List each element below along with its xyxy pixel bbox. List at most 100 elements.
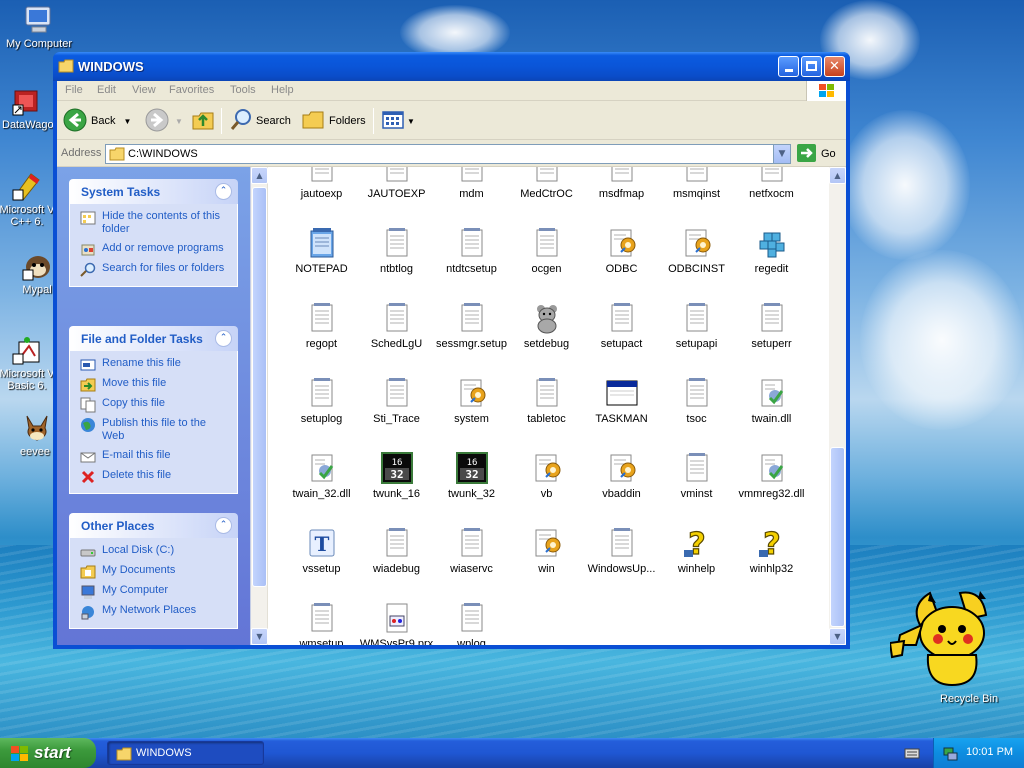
desktop-icon-msvb[interactable]: Microsoft V Basic 6. bbox=[0, 334, 58, 392]
hide-folder-link[interactable]: Hide the contents of this folder bbox=[80, 210, 229, 236]
file-item[interactable]: vmmreg32.dll bbox=[734, 452, 809, 500]
scroll-down-button[interactable]: ▼ bbox=[829, 628, 846, 645]
file-item[interactable]: setuplog bbox=[284, 377, 359, 425]
my-documents-link[interactable]: My Documents bbox=[80, 564, 229, 579]
system-tasks-header[interactable]: System Tasks ⌃ bbox=[69, 179, 238, 204]
my-computer-link[interactable]: My Computer bbox=[80, 584, 229, 599]
file-item[interactable]: regopt bbox=[284, 302, 359, 350]
file-item[interactable]: JAUTOEXP bbox=[359, 167, 434, 200]
file-item[interactable]: ODBC bbox=[584, 227, 659, 275]
taskbar-item-windows[interactable]: WINDOWS bbox=[107, 741, 264, 765]
file-item[interactable]: wiaservc bbox=[434, 527, 509, 575]
file-item[interactable]: wplog bbox=[434, 602, 509, 645]
file-item[interactable]: WindowsUp... bbox=[584, 527, 659, 575]
file-item[interactable]: setupapi bbox=[659, 302, 734, 350]
desktop-icon-datawagon[interactable]: DataWago bbox=[0, 85, 60, 131]
search-files-link[interactable]: Search for files or folders bbox=[80, 262, 229, 277]
file-item[interactable]: Tvssetup bbox=[284, 527, 359, 575]
publish-web-link[interactable]: Publish this file to the Web bbox=[80, 417, 229, 443]
menu-file[interactable]: File bbox=[65, 84, 83, 96]
scroll-up-button[interactable]: ▲ bbox=[829, 167, 846, 184]
file-item[interactable]: setuperr bbox=[734, 302, 809, 350]
file-item[interactable]: vbaddin bbox=[584, 452, 659, 500]
file-item[interactable]: netfxocm bbox=[734, 167, 809, 200]
rename-file-link[interactable]: Rename this file bbox=[80, 357, 229, 371]
minimize-button[interactable] bbox=[778, 56, 799, 77]
file-item[interactable]: tsoc bbox=[659, 377, 734, 425]
file-item[interactable]: vb bbox=[509, 452, 584, 500]
menu-help[interactable]: Help bbox=[271, 84, 294, 96]
file-item[interactable]: ODBCINST bbox=[659, 227, 734, 275]
file-item[interactable]: MedCtrOC bbox=[509, 167, 584, 200]
maximize-button[interactable] bbox=[801, 56, 822, 77]
other-places-header[interactable]: Other Places ⌃ bbox=[69, 513, 238, 538]
start-button[interactable]: start bbox=[0, 738, 96, 768]
file-item[interactable]: TASKMAN bbox=[584, 377, 659, 425]
file-item[interactable]: mdm bbox=[434, 167, 509, 200]
file-item[interactable]: setupact bbox=[584, 302, 659, 350]
file-item[interactable]: NOTEPAD bbox=[284, 227, 359, 275]
address-input[interactable]: C:\WINDOWS ▼ bbox=[105, 144, 791, 164]
menu-tools[interactable]: Tools bbox=[230, 84, 256, 96]
email-file-link[interactable]: E-mail this file bbox=[80, 449, 229, 463]
file-item[interactable]: WMSysPr9.prx bbox=[359, 602, 434, 645]
back-button[interactable]: Back ▼ bbox=[63, 108, 131, 134]
desktop-icon-recycle-bin[interactable]: Recycle Bin bbox=[880, 585, 1020, 705]
chevron-down-icon[interactable]: ▼ bbox=[407, 117, 415, 126]
file-item[interactable]: sessmgr.setup bbox=[434, 302, 509, 350]
file-item[interactable]: Sti_Trace bbox=[359, 377, 434, 425]
title-bar[interactable]: WINDOWS ✕ bbox=[53, 52, 850, 81]
file-item[interactable]: ? winhelp bbox=[659, 527, 734, 575]
file-item[interactable]: wmsetup bbox=[284, 602, 359, 645]
file-item[interactable]: SchedLgU bbox=[359, 302, 434, 350]
menu-view[interactable]: View bbox=[132, 84, 156, 96]
views-button[interactable]: ▼ bbox=[381, 108, 415, 134]
file-item[interactable]: win bbox=[509, 527, 584, 575]
forward-button[interactable]: ▼ bbox=[145, 108, 183, 134]
file-tasks-header[interactable]: File and Folder Tasks ⌃ bbox=[69, 326, 238, 351]
collapse-chevron-icon[interactable]: ⌃ bbox=[215, 330, 232, 347]
menu-favorites[interactable]: Favorites bbox=[169, 84, 214, 96]
add-remove-programs-link[interactable]: Add or remove programs bbox=[80, 242, 229, 256]
file-item[interactable]: 16 32 twunk_16 bbox=[359, 452, 434, 500]
keyboard-tray-icon[interactable] bbox=[904, 745, 920, 764]
file-item[interactable]: msmqinst bbox=[659, 167, 734, 200]
clock[interactable]: 10:01 PM bbox=[966, 746, 1013, 758]
file-item[interactable]: tabletoc bbox=[509, 377, 584, 425]
file-item[interactable]: 16 32 twunk_32 bbox=[434, 452, 509, 500]
file-item[interactable]: setdebug bbox=[509, 302, 584, 350]
local-disk-link[interactable]: Local Disk (C:) bbox=[80, 544, 229, 558]
collapse-chevron-icon[interactable]: ⌃ bbox=[215, 517, 232, 534]
right-scrollbar[interactable]: ▲ ▼ bbox=[829, 167, 846, 645]
network-places-link[interactable]: My Network Places bbox=[80, 604, 229, 620]
file-item[interactable]: vminst bbox=[659, 452, 734, 500]
file-item[interactable]: ntdtcsetup bbox=[434, 227, 509, 275]
file-item[interactable]: twain_32.dll bbox=[284, 452, 359, 500]
file-item[interactable]: ntbtlog bbox=[359, 227, 434, 275]
file-item[interactable]: twain.dll bbox=[734, 377, 809, 425]
close-button[interactable]: ✕ bbox=[824, 56, 845, 77]
go-button[interactable]: Go bbox=[797, 143, 836, 164]
chevron-down-icon[interactable]: ▼ bbox=[175, 117, 183, 126]
collapse-chevron-icon[interactable]: ⌃ bbox=[215, 183, 232, 200]
network-tray-icon[interactable] bbox=[942, 745, 958, 764]
file-item[interactable]: jautoexp bbox=[284, 167, 359, 200]
chevron-down-icon[interactable]: ▼ bbox=[123, 117, 131, 126]
file-item[interactable]: ocgen bbox=[509, 227, 584, 275]
desktop-icon-msvc[interactable]: Microsoft V C++ 6. bbox=[0, 170, 58, 228]
desktop-icon-my-computer[interactable]: My Computer bbox=[0, 4, 78, 50]
folders-button[interactable]: Folders bbox=[301, 108, 366, 134]
search-button[interactable]: Search bbox=[229, 108, 291, 134]
scroll-thumb[interactable] bbox=[830, 447, 845, 627]
file-item[interactable]: msdfmap bbox=[584, 167, 659, 200]
move-file-link[interactable]: Move this file bbox=[80, 377, 229, 392]
address-dropdown-button[interactable]: ▼ bbox=[773, 145, 790, 163]
file-item[interactable]: regedit bbox=[734, 227, 809, 275]
copy-file-link[interactable]: Copy this file bbox=[80, 397, 229, 413]
delete-file-link[interactable]: Delete this file bbox=[80, 469, 229, 484]
file-item[interactable]: ? winhlp32 bbox=[734, 527, 809, 575]
menu-edit[interactable]: Edit bbox=[97, 84, 116, 96]
file-item[interactable]: system bbox=[434, 377, 509, 425]
up-folder-button[interactable] bbox=[191, 108, 215, 134]
file-item[interactable]: wiadebug bbox=[359, 527, 434, 575]
